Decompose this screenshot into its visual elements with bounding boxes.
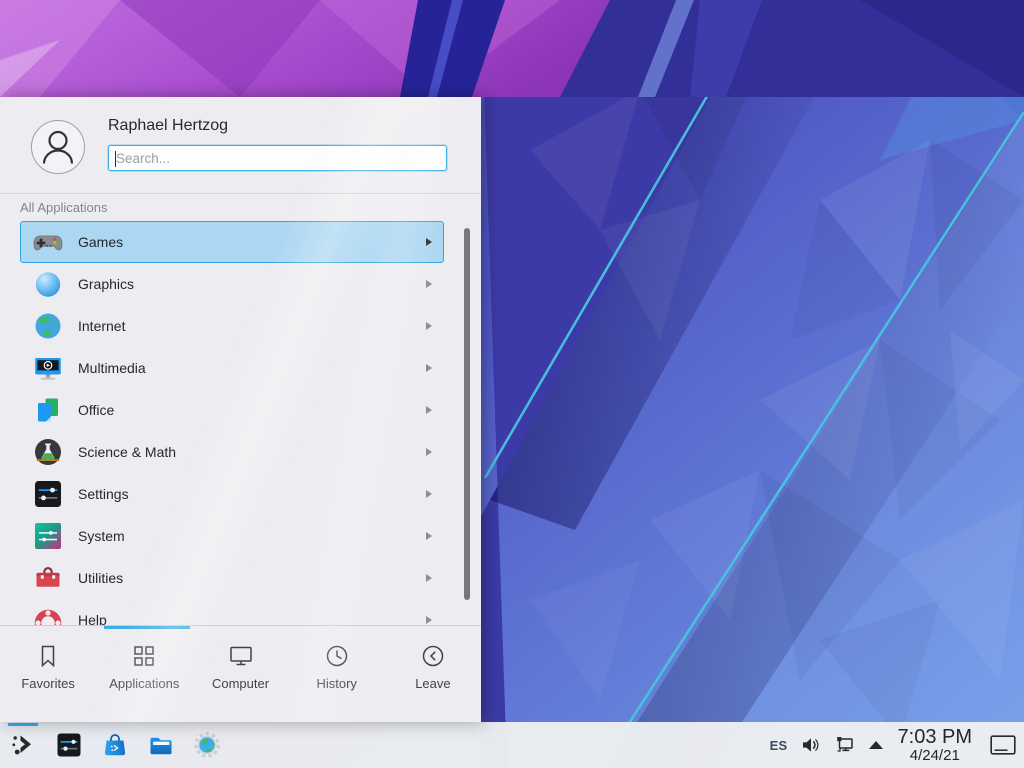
chevron-right-icon bbox=[426, 280, 432, 288]
browser-button[interactable] bbox=[193, 731, 221, 759]
application-launcher-button[interactable] bbox=[9, 731, 37, 759]
expand-tray-icon[interactable] bbox=[869, 741, 883, 749]
kde-launcher-icon bbox=[9, 731, 37, 759]
category-label: System bbox=[78, 528, 125, 544]
chevron-right-icon bbox=[426, 448, 432, 456]
application-launcher-menu: Raphael Hertzog All Applications Games bbox=[0, 97, 481, 722]
category-row-multimedia[interactable]: Multimedia bbox=[20, 347, 444, 389]
user-name: Raphael Hertzog bbox=[108, 117, 228, 135]
clock-date: 4/24/21 bbox=[898, 748, 972, 763]
category-label: Internet bbox=[78, 318, 125, 334]
volume-icon[interactable] bbox=[801, 736, 821, 754]
category-label: Graphics bbox=[78, 276, 134, 292]
taskbar-panel: ES 7:03 PM 4/24/21 bbox=[0, 722, 1024, 768]
search-box[interactable] bbox=[108, 145, 447, 171]
chevron-right-icon bbox=[426, 364, 432, 372]
chevron-right-icon bbox=[426, 406, 432, 414]
sliders-color-icon bbox=[32, 520, 64, 552]
launcher-tabbar: Favorites Applications Computer bbox=[0, 629, 481, 722]
category-row-office[interactable]: Office bbox=[20, 389, 444, 431]
tab-favorites[interactable]: Favorites bbox=[0, 629, 96, 722]
system-settings-button[interactable] bbox=[55, 731, 83, 759]
flask-icon bbox=[32, 436, 64, 468]
category-row-help[interactable]: Help bbox=[20, 599, 444, 625]
chevron-right-icon bbox=[426, 490, 432, 498]
tab-label: Computer bbox=[212, 676, 269, 691]
sliders-dark-icon bbox=[32, 478, 64, 510]
launcher-active-indicator bbox=[8, 723, 38, 726]
search-input[interactable] bbox=[109, 146, 446, 170]
section-label-all-applications: All Applications bbox=[20, 200, 107, 215]
tab-label: Leave bbox=[415, 676, 450, 691]
toolbox-icon bbox=[32, 562, 64, 594]
tab-computer[interactable]: Computer bbox=[192, 629, 288, 722]
tab-applications[interactable]: Applications bbox=[96, 629, 192, 722]
chevron-right-icon bbox=[426, 616, 432, 624]
category-label: Settings bbox=[78, 486, 129, 502]
grid-icon bbox=[130, 642, 158, 670]
blue-ball-icon bbox=[32, 268, 64, 300]
category-label: Utilities bbox=[78, 570, 123, 586]
tab-label: Applications bbox=[109, 676, 179, 691]
category-row-settings[interactable]: Settings bbox=[20, 473, 444, 515]
list-scrollbar[interactable] bbox=[464, 228, 470, 600]
user-icon bbox=[32, 121, 84, 173]
category-row-system[interactable]: System bbox=[20, 515, 444, 557]
tab-leave[interactable]: Leave bbox=[385, 629, 481, 722]
application-category-list: Games Graphics Internet bbox=[0, 221, 481, 625]
digital-clock[interactable]: 7:03 PM 4/24/21 bbox=[898, 727, 972, 763]
show-desktop-button[interactable] bbox=[990, 735, 1016, 755]
category-row-science-math[interactable]: Science & Math bbox=[20, 431, 444, 473]
computer-icon bbox=[227, 642, 255, 670]
user-avatar bbox=[31, 120, 85, 174]
category-label: Multimedia bbox=[78, 360, 146, 376]
category-row-utilities[interactable]: Utilities bbox=[20, 557, 444, 599]
dolphin-folder-icon bbox=[147, 731, 175, 759]
launcher-header: Raphael Hertzog bbox=[0, 97, 481, 194]
bookmark-icon bbox=[34, 642, 62, 670]
discover-icon bbox=[101, 731, 129, 759]
category-label: Office bbox=[78, 402, 114, 418]
chevron-right-icon bbox=[426, 574, 432, 582]
leave-icon bbox=[419, 642, 447, 670]
category-row-internet[interactable]: Internet bbox=[20, 305, 444, 347]
dolphin-button[interactable] bbox=[147, 731, 175, 759]
category-label: Science & Math bbox=[78, 444, 176, 460]
clock-time: 7:03 PM bbox=[898, 727, 972, 747]
category-label: Games bbox=[78, 234, 123, 250]
text-caret bbox=[115, 151, 116, 167]
tab-history[interactable]: History bbox=[289, 629, 385, 722]
tab-label: Favorites bbox=[21, 676, 74, 691]
discover-button[interactable] bbox=[101, 731, 129, 759]
category-row-games[interactable]: Games bbox=[20, 221, 444, 263]
documents-icon bbox=[32, 394, 64, 426]
monitor-play-icon bbox=[32, 352, 64, 384]
globe-gear-icon bbox=[193, 731, 221, 759]
system-settings-icon bbox=[55, 731, 83, 759]
clock-icon bbox=[323, 642, 351, 670]
category-label: Help bbox=[78, 612, 107, 625]
tab-label: History bbox=[316, 676, 356, 691]
lifebuoy-icon bbox=[32, 604, 64, 625]
gamepad-icon bbox=[32, 226, 64, 258]
tabbar-separator bbox=[0, 625, 481, 626]
network-icon[interactable] bbox=[834, 736, 856, 754]
category-row-graphics[interactable]: Graphics bbox=[20, 263, 444, 305]
globe-icon bbox=[32, 310, 64, 342]
chevron-right-icon bbox=[426, 532, 432, 540]
chevron-right-icon bbox=[426, 322, 432, 330]
keyboard-layout-indicator[interactable]: ES bbox=[770, 738, 788, 753]
chevron-right-icon bbox=[426, 238, 432, 246]
